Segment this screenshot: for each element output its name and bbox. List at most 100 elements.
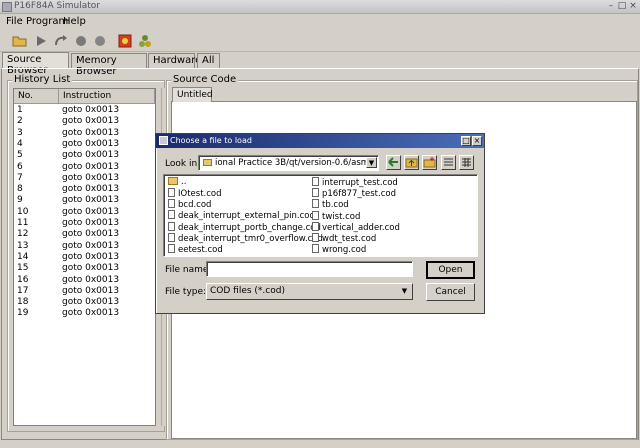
close-icon[interactable]: × [628,2,638,12]
stop-icon[interactable] [73,33,89,49]
file-icon [168,221,175,231]
reset-icon[interactable] [92,33,108,49]
dialog-titlebar[interactable]: Choose a file to load [156,134,484,148]
file-entry[interactable]: wrong.cod [312,244,366,255]
file-name: wdt_test.cod [322,234,377,244]
detail-view-icon[interactable] [459,155,474,170]
history-row[interactable]: 7 goto 0x0013 [14,173,155,184]
menu-program[interactable]: Program [26,16,68,27]
file-icon [312,244,319,254]
file-icon [168,199,175,209]
file-entry[interactable]: vertical_adder.cod [312,221,400,233]
file-entry[interactable]: p16f877_test.cod [312,188,396,199]
dialog-maximize-icon[interactable]: □ [461,136,471,146]
history-instruction: goto 0x0013 [62,240,120,251]
history-no: 11 [17,218,29,228]
back-icon[interactable] [386,155,401,170]
tab-untitled[interactable]: Untitled [172,87,213,102]
tab-source-browser[interactable]: Source Browser [2,52,69,76]
tab-memory-browser[interactable]: Memory Browser [71,53,147,77]
file-entry[interactable]: deak_interrupt_external_pin.cod [168,210,315,221]
file-name: p16f877_test.cod [322,189,396,200]
file-entry[interactable]: IOtest.cod [168,188,222,199]
open-folder-icon[interactable] [11,33,27,49]
history-row[interactable]: 2 goto 0x0013 [14,116,155,127]
file-entry[interactable]: wdt_test.cod [312,233,376,244]
history-instruction: goto 0x0013 [62,184,120,195]
file-entry[interactable]: bcd.cod [168,199,211,210]
breakpoint-icon[interactable] [117,33,133,49]
file-type-combo[interactable]: COD files (*.cod) ▼ [206,283,413,300]
history-instruction: goto 0x0013 [62,218,120,228]
file-entry[interactable]: deak_interrupt_portb_change.cod [168,221,321,233]
file-name: twist.cod [322,211,361,222]
history-instruction: goto 0x0013 [62,195,120,206]
file-entry[interactable]: deak_interrupt_tmr0_overflow.cod [168,232,323,244]
file-type-dropdown-icon[interactable]: ▼ [399,286,410,297]
dialog-app-icon [159,136,168,145]
parent-folder-icon[interactable] [404,155,419,170]
history-no: 14 [17,251,29,262]
dialog-close-icon[interactable]: × [472,136,482,146]
cancel-button[interactable]: Cancel [426,283,475,301]
history-row[interactable]: 10 goto 0x0013 [14,207,155,218]
history-row[interactable]: 8 goto 0x0013 [14,184,155,195]
hardware-icon[interactable] [137,33,153,49]
history-row[interactable]: 19 goto 0x0013 [14,308,155,319]
history-table[interactable]: No. Instruction 1 goto 0x0013 2 goto 0x0013… [13,88,156,426]
history-row[interactable]: 5 goto 0x0013 [14,150,155,161]
step-icon[interactable] [53,33,69,49]
tab-all[interactable]: All [197,53,220,68]
history-no: 15 [17,263,29,274]
folder-icon [168,177,178,185]
history-title: History List [12,74,73,85]
history-row[interactable]: 18 goto 0x0013 [14,297,155,308]
history-instruction: goto 0x0013 [62,297,120,308]
history-row[interactable]: 12 goto 0x0013 [14,229,155,240]
look-in-dropdown-icon[interactable]: ▼ [366,157,377,168]
history-row[interactable]: 13 goto 0x0013 [14,241,155,252]
minimize-icon[interactable]: – [606,2,616,12]
history-row[interactable]: 16 goto 0x0013 [14,275,155,286]
maximize-icon[interactable]: □ [617,2,627,12]
history-no: 5 [17,150,23,161]
file-icon [312,233,319,242]
window-titlebar[interactable]: P16F84A Simulator – □ × [0,0,640,14]
toolbar [0,30,640,52]
file-list[interactable]: .. IOtest.cod bcd.cod deak_interrupt_exter… [163,174,478,257]
parent-dir-entry[interactable]: .. [168,177,186,188]
tab-hardware[interactable]: Hardware [148,53,201,68]
column-header-instruction[interactable]: Instruction [59,89,155,104]
file-entry[interactable]: tb.cod [312,199,349,210]
history-no: 19 [17,308,29,319]
history-row[interactable]: 4 goto 0x0013 [14,139,155,150]
history-no: 2 [17,116,23,127]
file-name: wrong.cod [322,245,367,256]
open-button[interactable]: Open [426,261,475,279]
history-no: 12 [17,229,29,240]
history-row[interactable]: 17 goto 0x0013 [14,286,155,297]
menubar: File Program Help [0,15,640,29]
file-entry[interactable]: eetest.cod [168,244,223,255]
file-name-input[interactable] [206,261,413,277]
history-row[interactable]: 3 goto 0x0013 [14,128,155,139]
look-in-combo[interactable]: ional Practice 3B/qt/version-0.6/asmcode… [198,155,379,171]
file-entry[interactable]: interrupt_test.cod [312,177,398,188]
history-row[interactable]: 11 goto 0x0013 [14,218,155,229]
history-row[interactable]: 15 goto 0x0013 [14,263,155,274]
file-name: interrupt_test.cod [322,178,398,188]
run-icon[interactable] [33,33,49,49]
history-row[interactable]: 9 goto 0x0013 [14,195,155,206]
menu-file[interactable]: File [6,16,23,27]
file-name: deak_interrupt_portb_change.cod [178,222,321,233]
history-row[interactable]: 6 goto 0x0013 [14,162,155,173]
history-row[interactable]: 1 goto 0x0013 [14,105,155,116]
list-view-icon[interactable] [441,155,456,170]
file-type-value: COD files (*.cod) [210,286,285,296]
column-header-no[interactable]: No. [14,89,59,104]
file-entry[interactable]: twist.cod [312,210,361,222]
new-folder-icon[interactable] [422,155,437,170]
history-row[interactable]: 14 goto 0x0013 [14,252,155,263]
history-instruction: goto 0x0013 [62,206,120,217]
menu-help[interactable]: Help [63,16,86,27]
